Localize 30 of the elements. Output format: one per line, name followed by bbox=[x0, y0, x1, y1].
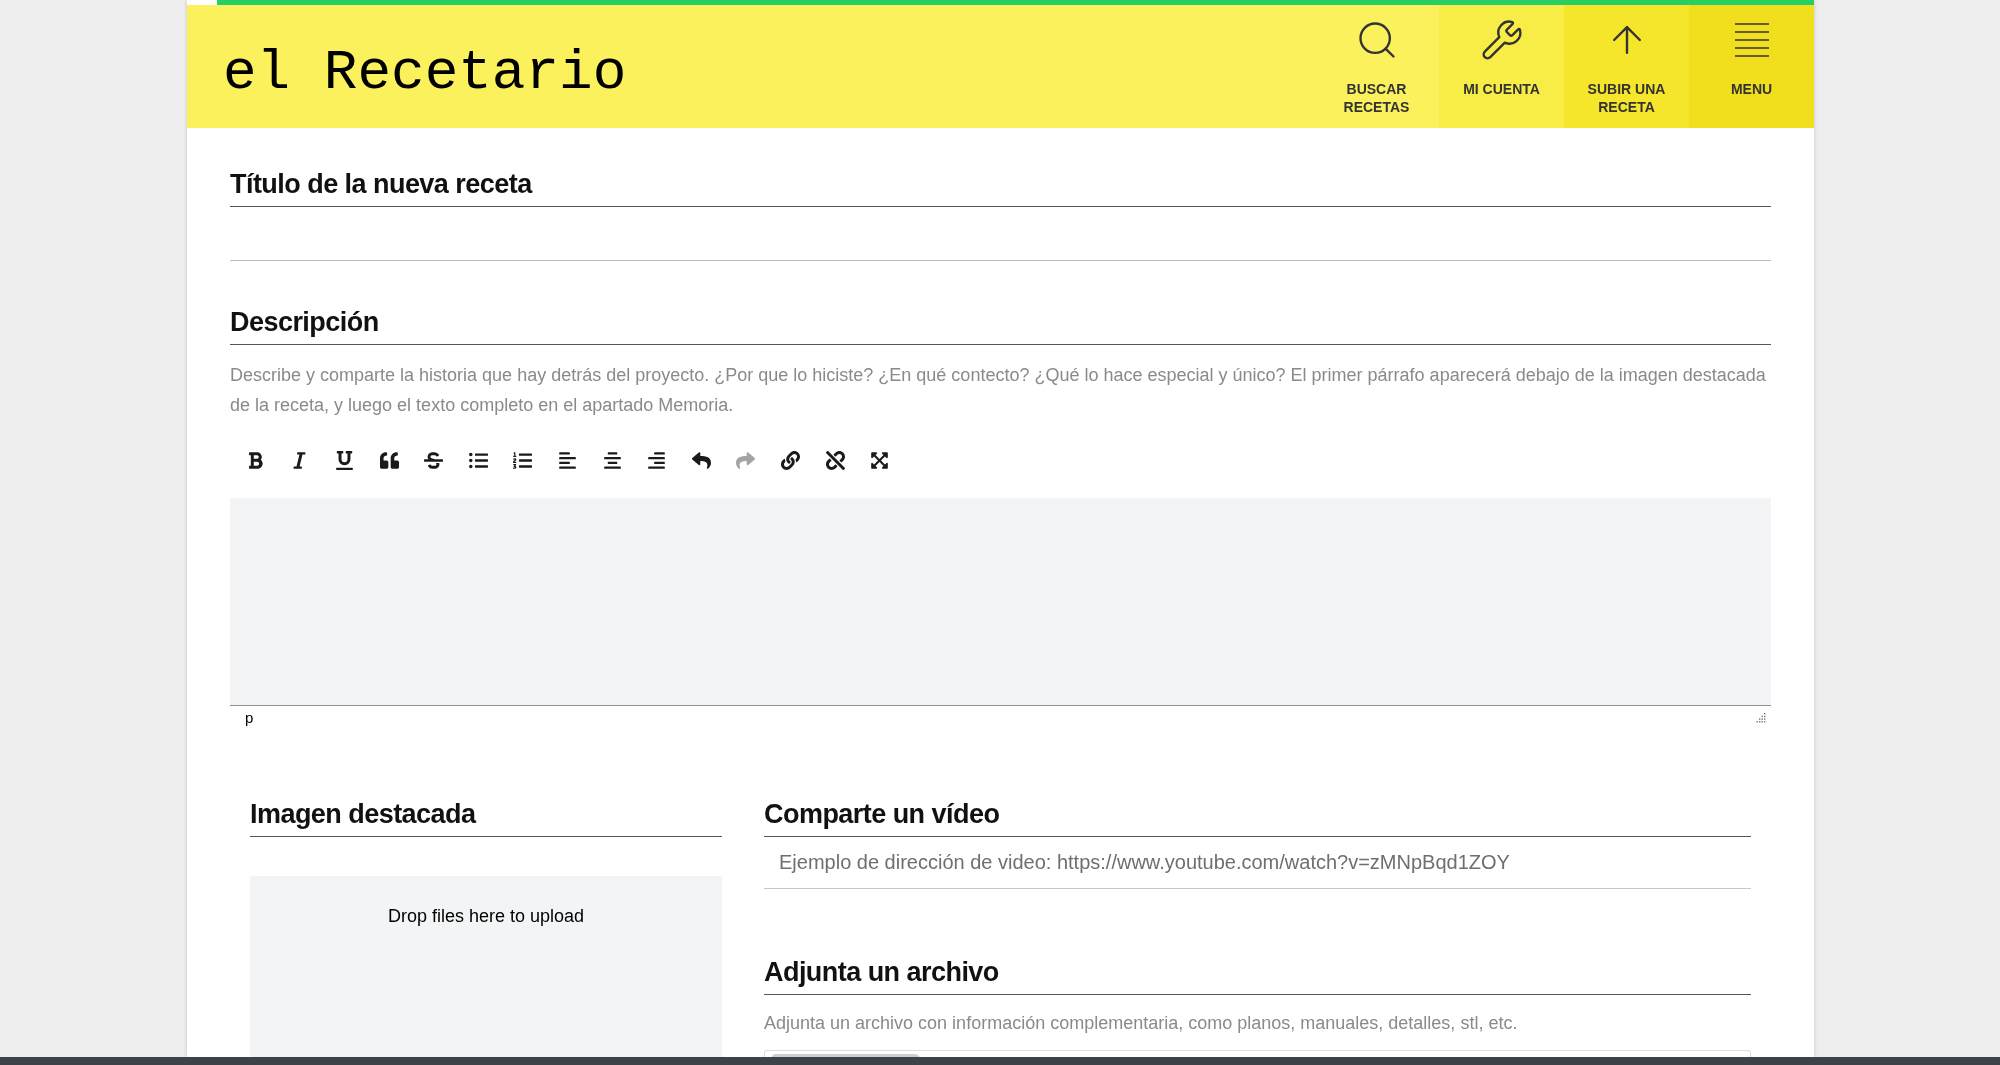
section-heading: Título de la nueva receta bbox=[230, 168, 534, 201]
attachment-hint: Adjunta un archivo con información complementaria, como planos, manuales, detalles, stl, etc. bbox=[764, 1012, 1519, 1035]
nav-button[interactable]: SUBIR UNA RECETA bbox=[1564, 5, 1689, 128]
quote-icon bbox=[379, 450, 399, 470]
undo-icon bbox=[691, 450, 711, 470]
video-url-input[interactable]: Ejemplo de dirección de video: https://www.youtube.com/watch?v=zMNpBqd1ZOY bbox=[764, 837, 1751, 889]
section-heading: Imagen destacada bbox=[250, 798, 478, 831]
numbered-list-icon bbox=[513, 450, 533, 470]
site-logo[interactable]: el Recetario bbox=[223, 44, 627, 101]
resize-grip-icon bbox=[1756, 713, 1766, 723]
dropzone-text: Drop files here to upload bbox=[387, 906, 585, 926]
file-dropzone[interactable]: Drop files here to upload bbox=[250, 876, 722, 1057]
unlink-icon bbox=[825, 450, 845, 470]
redo-icon bbox=[736, 450, 756, 470]
section-heading: Adjunta un archivo bbox=[764, 956, 1000, 989]
align-right-icon bbox=[647, 450, 667, 470]
section-heading: Descripción bbox=[230, 306, 380, 339]
align-center-icon bbox=[602, 450, 622, 470]
section-heading: Comparte un vídeo bbox=[764, 798, 1001, 831]
strikethrough-icon bbox=[424, 450, 444, 470]
nav-button[interactable]: MI CUENTA bbox=[1439, 5, 1564, 128]
link-icon bbox=[780, 450, 800, 470]
fullscreen-icon bbox=[870, 450, 890, 470]
description-hint: Describe y comparte la historia que hay detrás del proyecto. ¿Por que lo hiciste? ¿En qué contecto? ¿Qué lo hace especial y único? El primer párrafo aparecerá debajo de la imagen destacada de la receta, y luego el texto completo en el apartado Memoria. bbox=[230, 364, 1767, 417]
underline-icon bbox=[335, 450, 354, 470]
bullet-list-icon bbox=[468, 450, 488, 470]
element-path: p bbox=[245, 707, 254, 728]
wrench-icon bbox=[1479, 18, 1524, 62]
nav-button[interactable]: MENU bbox=[1689, 5, 1814, 128]
align-left-icon bbox=[557, 450, 577, 470]
